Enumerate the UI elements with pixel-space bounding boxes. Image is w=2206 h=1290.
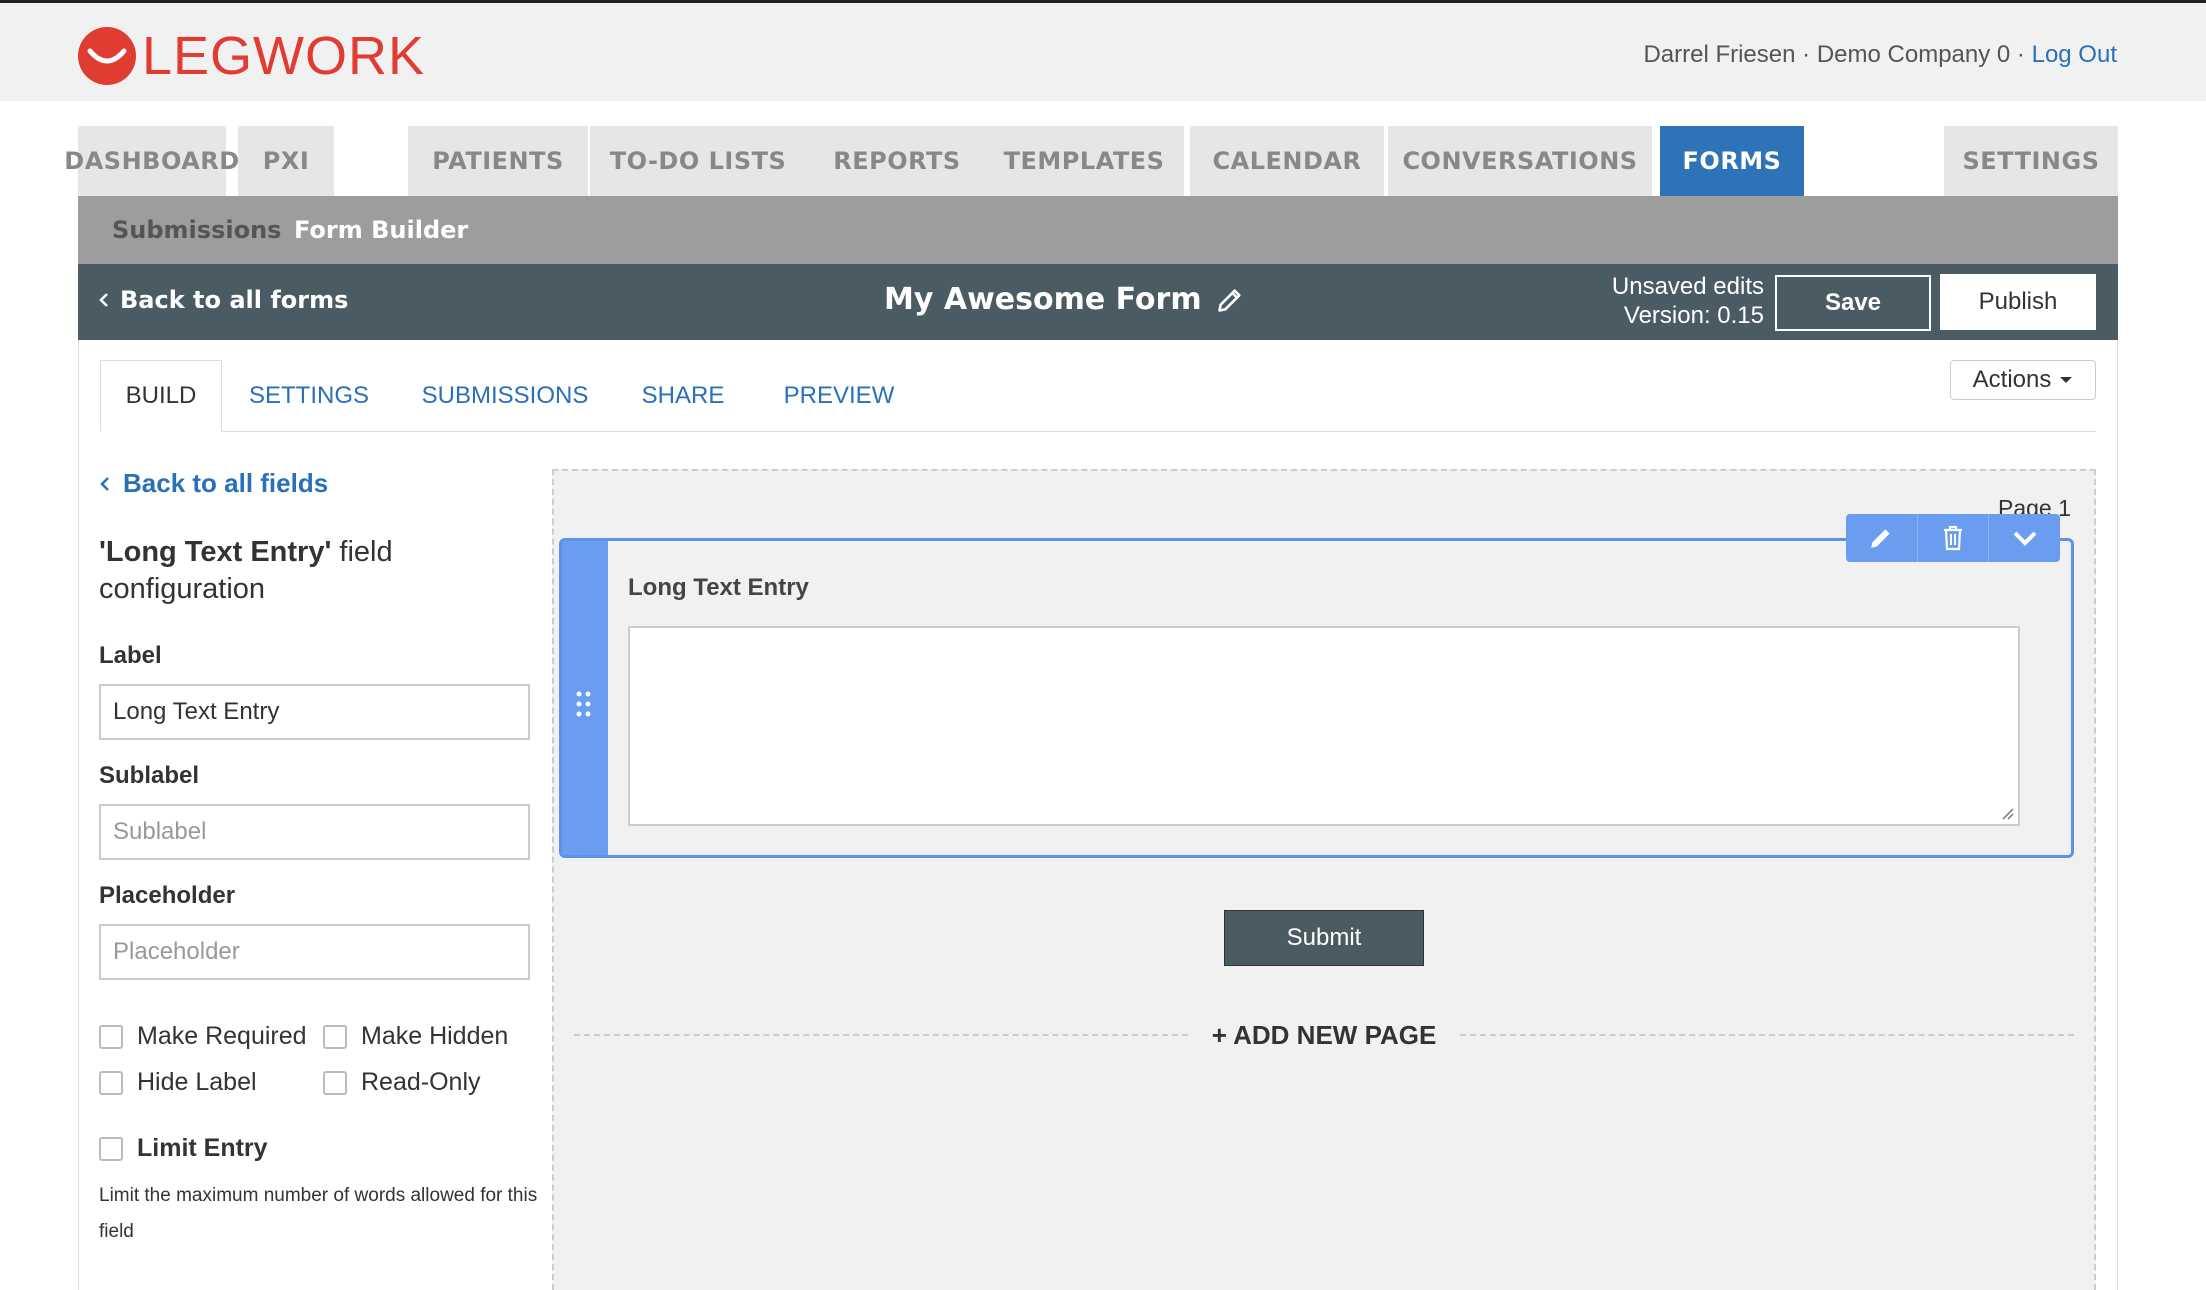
divider	[1460, 1034, 2075, 1036]
placeholder-heading: Placeholder	[99, 882, 236, 909]
field-toolbar	[1846, 514, 2060, 562]
resize-grip-icon[interactable]	[2000, 806, 2014, 820]
label-heading: Label	[99, 642, 162, 669]
nav-tab-forms[interactable]: FORMS	[1660, 126, 1804, 196]
chevron-left-icon	[99, 293, 108, 307]
user-info: Darrel Friesen · Demo Company 0 · Log Ou…	[1643, 41, 2117, 68]
make-required-label: Make Required	[137, 1022, 307, 1050]
limit-entry-label: Limit Entry	[137, 1134, 268, 1162]
nav-tab-calendar[interactable]: CALENDAR	[1190, 126, 1384, 196]
back-to-fields-link[interactable]: Back to all fields	[99, 468, 539, 499]
checkbox-box[interactable]	[323, 1024, 347, 1049]
chevron-left-icon	[100, 476, 109, 491]
make-required-checkbox[interactable]: Make Required	[99, 1022, 307, 1051]
drag-handle[interactable]	[562, 541, 608, 855]
unsaved-edits-text: Unsaved edits	[1611, 273, 1764, 300]
trash-icon	[1944, 525, 1962, 551]
placeholder-input[interactable]	[99, 924, 530, 980]
checkbox-box[interactable]	[99, 1024, 123, 1049]
nav-tab-reports[interactable]: REPORTS	[806, 126, 988, 196]
sublabel-heading: Sublabel	[99, 762, 200, 789]
add-new-page: + ADD NEW PAGE	[574, 1018, 2075, 1052]
actions-label: Actions	[1972, 366, 2052, 393]
logout-link[interactable]: Log Out	[2032, 41, 2117, 68]
logo-text: LEGWORK	[142, 26, 426, 86]
subnav-submissions[interactable]: Submissions	[112, 216, 281, 244]
nav-tab-dashboard[interactable]: DASHBOARD	[64, 126, 239, 196]
version-text: Version: 0.15	[1623, 302, 1764, 329]
actions-dropdown[interactable]: Actions	[1950, 360, 2096, 400]
app-header: LEGWORK Darrel Friesen · Demo Company 0 …	[0, 3, 2206, 101]
tab-share[interactable]: SHARE	[620, 360, 746, 432]
limit-entry-checkbox[interactable]: Limit Entry	[99, 1134, 268, 1163]
label-input[interactable]	[99, 684, 530, 740]
limit-entry-help: Limit the maximum number of words allowe…	[99, 1185, 538, 1242]
pencil-icon[interactable]	[1216, 286, 1244, 314]
nav-tab-todo-lists[interactable]: TO-DO LISTS	[590, 126, 806, 196]
nav-tab-conversations[interactable]: CONVERSATIONS	[1388, 126, 1652, 196]
nav-tab-pxi[interactable]: PXI	[238, 126, 334, 196]
tab-settings[interactable]: SETTINGS	[234, 360, 384, 432]
tab-preview[interactable]: PREVIEW	[766, 360, 912, 432]
builder-tabs: BUILD SETTINGS SUBMISSIONS SHARE PREVIEW	[100, 360, 2096, 432]
expand-field-button[interactable]	[1989, 514, 2060, 562]
field-config-title: 'Long Text Entry' field configuration	[99, 536, 393, 605]
delete-field-button[interactable]	[1918, 514, 1990, 562]
legwork-logo-icon	[78, 27, 136, 85]
pencil-icon	[1871, 529, 1890, 548]
sublabel-input[interactable]	[99, 804, 530, 860]
company-name: Demo Company 0	[1816, 41, 2011, 68]
make-hidden-label: Make Hidden	[361, 1022, 509, 1050]
form-header-bar: Back to all forms My Awesome Form Unsave…	[78, 264, 2118, 340]
add-new-page-button[interactable]: + ADD NEW PAGE	[1212, 1020, 1437, 1051]
form-title[interactable]: My Awesome Form	[884, 282, 1244, 317]
read-only-label: Read-Only	[361, 1068, 481, 1096]
user-name: Darrel Friesen	[1643, 41, 1796, 68]
checkbox-box[interactable]	[99, 1070, 123, 1095]
checkbox-box[interactable]	[99, 1136, 123, 1161]
form-title-text: My Awesome Form	[884, 282, 1202, 317]
read-only-checkbox[interactable]: Read-Only	[323, 1068, 481, 1097]
sub-nav: Submissions Form Builder	[78, 196, 2118, 264]
back-to-forms-link[interactable]: Back to all forms	[98, 286, 348, 314]
back-to-forms-label: Back to all forms	[120, 286, 349, 314]
submit-button[interactable]: Submit	[1224, 910, 1424, 966]
edit-field-button[interactable]	[1846, 514, 1918, 562]
make-hidden-checkbox[interactable]: Make Hidden	[323, 1022, 508, 1051]
main-nav: DASHBOARD PXI PATIENTS TO-DO LISTS REPOR…	[64, 126, 2118, 196]
hide-label-checkbox[interactable]: Hide Label	[99, 1068, 257, 1097]
long-text-textarea[interactable]	[628, 626, 2020, 826]
chevron-down-icon	[2013, 531, 2037, 546]
save-status: Unsaved edits Version: 0.15	[1574, 272, 1764, 330]
nav-tab-patients[interactable]: PATIENTS	[408, 126, 588, 196]
nav-tab-templates[interactable]: TEMPLATES	[984, 126, 1184, 196]
checkbox-box[interactable]	[323, 1070, 347, 1095]
divider	[574, 1034, 1188, 1036]
logo[interactable]: LEGWORK	[76, 25, 425, 87]
field-config-panel: Back to all fields 'Long Text Entry' fie…	[99, 468, 539, 1242]
hide-label-label: Hide Label	[137, 1068, 257, 1096]
drag-dots-icon	[576, 691, 591, 717]
subnav-form-builder[interactable]: Form Builder	[294, 216, 468, 244]
back-to-fields-label: Back to all fields	[123, 468, 329, 498]
save-button[interactable]: Save	[1775, 275, 1931, 331]
field-label: Long Text Entry	[628, 574, 809, 601]
tab-submissions[interactable]: SUBMISSIONS	[410, 360, 600, 432]
tab-build[interactable]: BUILD	[100, 360, 222, 432]
nav-tab-settings[interactable]: SETTINGS	[1944, 126, 2118, 196]
publish-button[interactable]: Publish	[1940, 274, 2096, 330]
caret-down-icon	[2060, 377, 2073, 383]
